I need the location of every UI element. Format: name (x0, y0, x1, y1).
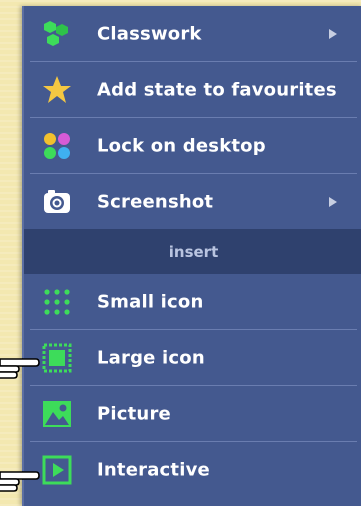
menu-item-label: Add state to favourites (97, 79, 337, 100)
menu-item-interactive[interactable]: Interactive (30, 442, 357, 497)
colored-dots-icon (44, 133, 70, 159)
menu-item-label: Large icon (97, 347, 205, 368)
picture-icon (43, 401, 71, 427)
menu-item-label: Small icon (97, 291, 204, 312)
star-icon (43, 76, 71, 103)
menu-item-lock-on-desktop[interactable]: Lock on desktop (30, 118, 357, 174)
context-menu: Classwork Add state to favourites Lock o… (22, 6, 361, 506)
menu-item-small-icon[interactable]: Small icon (30, 274, 357, 330)
hand-pointer-icon (0, 471, 40, 492)
hexagon-cluster-icon (44, 21, 68, 46)
menu-item-classwork[interactable]: Classwork (30, 6, 357, 62)
menu-item-screenshot[interactable]: Screenshot (30, 174, 357, 229)
submenu-arrow-icon (329, 196, 337, 207)
hand-pointer-icon (0, 358, 40, 379)
menu-item-picture[interactable]: Picture (30, 386, 357, 442)
menu-item-label: Lock on desktop (97, 135, 266, 156)
menu-item-add-favourites[interactable]: Add state to favourites (30, 62, 357, 118)
small-dots-grid-icon (44, 289, 70, 315)
menu-item-large-icon[interactable]: Large icon (30, 330, 357, 386)
large-square-icon (42, 343, 72, 373)
menu-item-label: Classwork (97, 23, 202, 44)
menu-item-label: Interactive (97, 459, 210, 480)
camera-icon (44, 190, 70, 213)
menu-item-label: Picture (97, 403, 171, 424)
play-square-icon (42, 455, 72, 485)
menu-item-label: Screenshot (97, 191, 214, 212)
submenu-arrow-icon (329, 28, 337, 39)
section-header-insert: insert (24, 229, 361, 274)
